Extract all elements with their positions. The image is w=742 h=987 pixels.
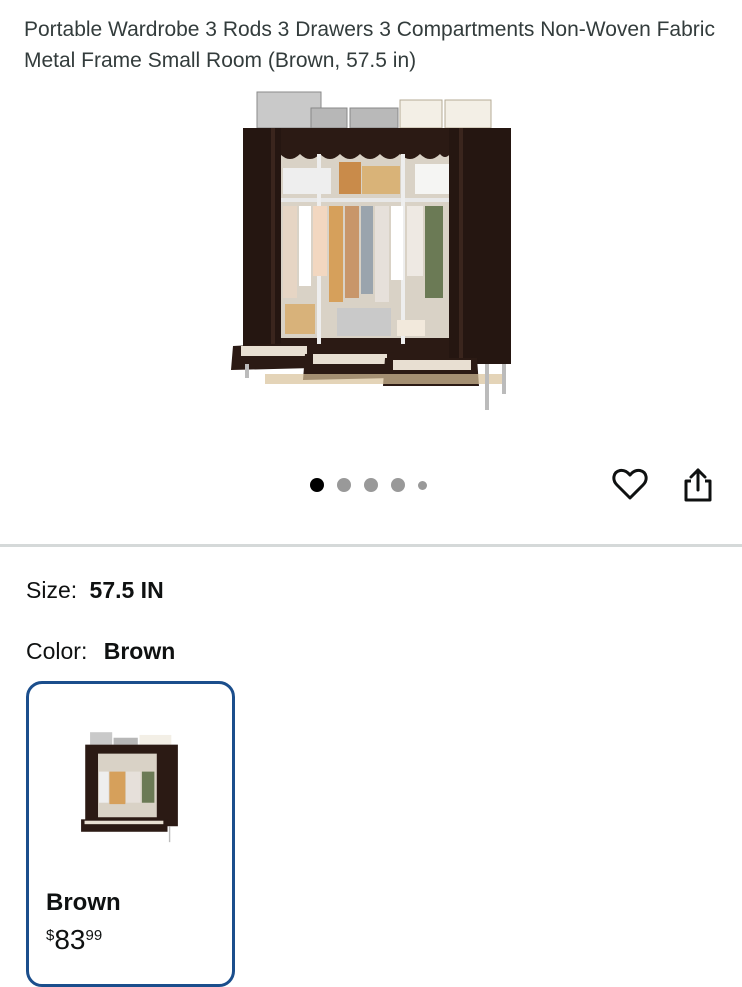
carousel-dot-3[interactable] [364, 478, 378, 492]
top-boxes [256, 91, 492, 129]
carousel-dot-2[interactable] [337, 478, 351, 492]
heart-icon [612, 468, 648, 500]
price-whole: 83 [54, 924, 86, 955]
color-swatch-brown[interactable]: Brown $ 83 99 [26, 681, 235, 987]
price-symbol: $ [46, 927, 55, 944]
size-row[interactable]: Size: 57.5 IN [26, 577, 164, 604]
swatch-price: $ 83 99 [46, 924, 102, 956]
swatch-thumbnail [81, 732, 178, 843]
product-image[interactable] [225, 88, 520, 413]
favorite-button[interactable] [611, 465, 649, 503]
share-icon [684, 468, 712, 502]
size-value: 57.5 IN [89, 577, 164, 603]
color-label: Color: [26, 638, 88, 664]
carousel-dot-5[interactable] [418, 480, 427, 490]
carousel-dot-4[interactable] [391, 478, 405, 492]
section-divider [0, 544, 742, 547]
swatch-name: Brown [46, 889, 121, 916]
color-row: Color: Brown [26, 638, 175, 665]
size-label: Size: [26, 577, 78, 603]
carousel-dot-1[interactable] [310, 478, 324, 492]
image-carousel-dots [310, 478, 427, 492]
price-fraction: 99 [85, 927, 103, 944]
product-title: Portable Wardrobe 3 Rods 3 Drawers 3 Com… [24, 18, 715, 72]
share-button[interactable] [680, 466, 716, 504]
color-value: Brown [103, 638, 176, 664]
